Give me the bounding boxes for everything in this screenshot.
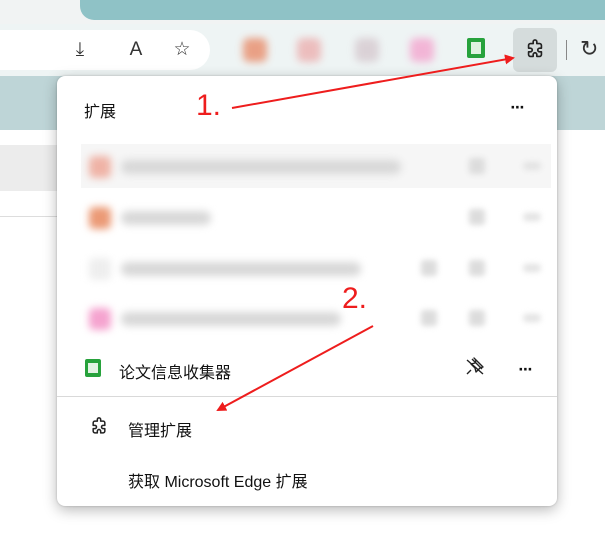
arrow-to-extensions-button [231, 54, 515, 109]
annotation-arrows [216, 54, 515, 411]
arrow-to-manage-extensions [216, 325, 374, 411]
